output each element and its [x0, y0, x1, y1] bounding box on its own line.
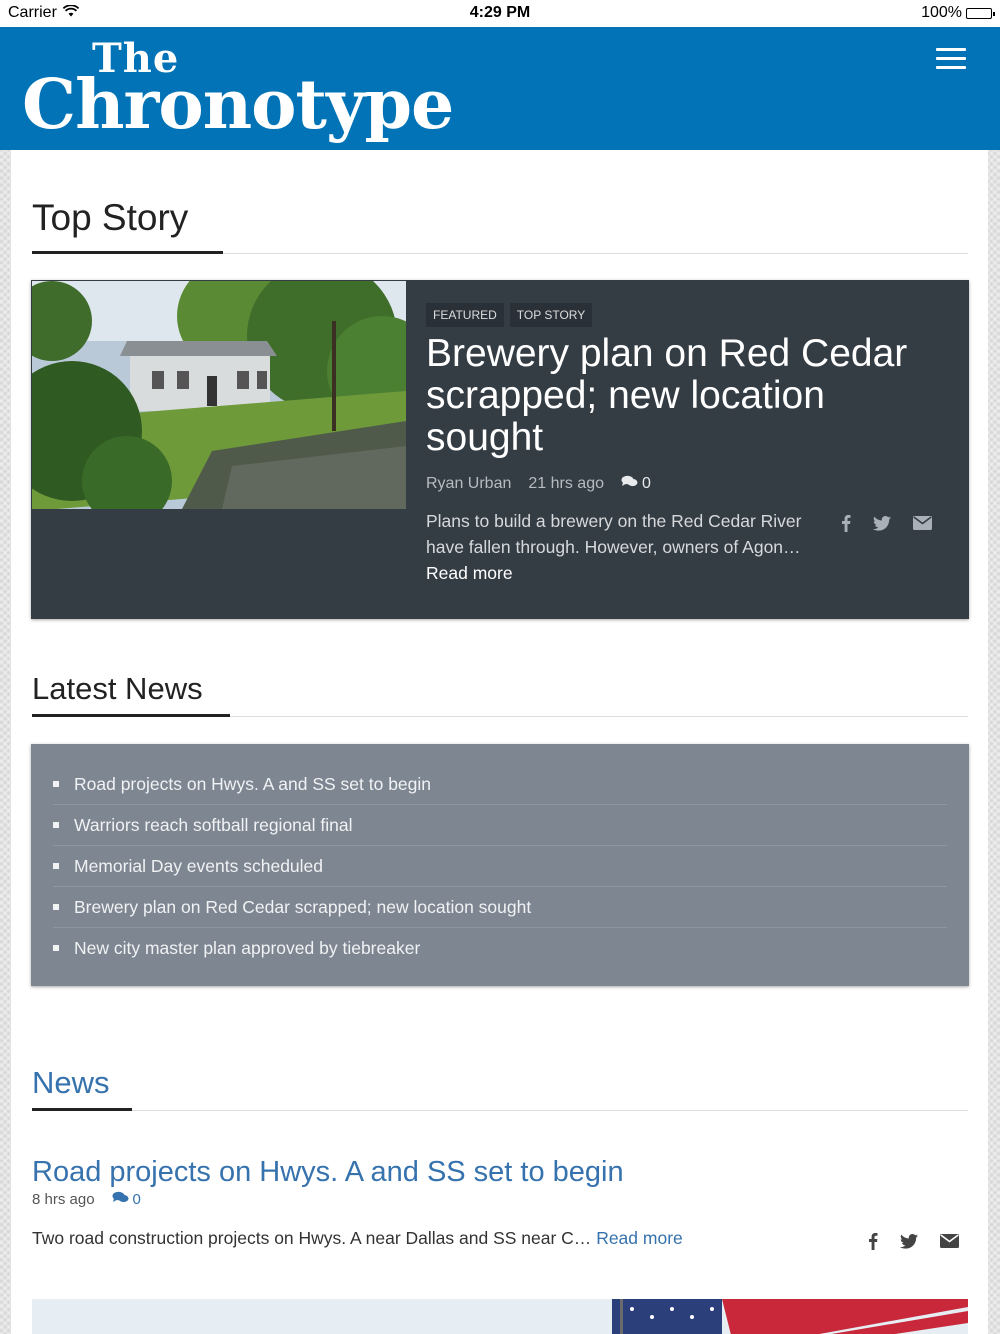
latest-news-link[interactable]: Warriors reach softball regional final — [74, 815, 353, 836]
news-heading[interactable]: News — [32, 1065, 110, 1101]
latest-news-link[interactable]: Memorial Day events scheduled — [74, 856, 323, 877]
timestamp: 21 hrs ago — [528, 475, 604, 492]
latest-news-item[interactable]: Brewery plan on Red Cedar scrapped; new … — [53, 887, 947, 928]
site-header: The Chronotype — [0, 27, 1000, 150]
comment-count-value: 0 — [132, 1191, 141, 1208]
top-story-card[interactable]: FEATURED TOP STORY Brewery plan on Red C… — [31, 280, 969, 619]
top-story-title[interactable]: Brewery plan on Red Cedar scrapped; new … — [426, 333, 946, 459]
facebook-icon[interactable] — [868, 1232, 878, 1255]
status-bar: Carrier 4:29 PM 100% — [0, 0, 1000, 27]
comments-icon — [621, 475, 638, 493]
main-content: Top Story FEATURED TOP STORY Brewery pla… — [11, 150, 988, 1334]
section-underline — [32, 1108, 132, 1111]
tag-featured[interactable]: FEATURED — [426, 303, 504, 327]
bullet-icon — [53, 781, 59, 787]
latest-news-list: Road projects on Hwys. A and SS set to b… — [53, 764, 947, 968]
top-story-heading: Top Story — [32, 197, 189, 238]
status-time: 4:29 PM — [469, 4, 531, 21]
comments-icon — [112, 1191, 129, 1208]
news-article-title[interactable]: Road projects on Hwys. A and SS set to b… — [32, 1156, 624, 1189]
twitter-icon[interactable] — [900, 1233, 918, 1254]
status-right: 100% — [921, 4, 995, 22]
latest-news-item[interactable]: New city master plan approved by tiebrea… — [53, 928, 947, 968]
section-underline — [32, 714, 230, 717]
comment-count[interactable]: 0 — [112, 1191, 141, 1208]
menu-icon[interactable] — [936, 48, 970, 72]
battery-percent: 100% — [921, 4, 962, 21]
read-more-link[interactable]: Read more — [426, 563, 513, 583]
comment-count-value: 0 — [641, 475, 651, 492]
latest-news-link[interactable]: Road projects on Hwys. A and SS set to b… — [74, 774, 431, 795]
bullet-icon — [53, 863, 59, 869]
excerpt-text: Two road construction projects on Hwys. … — [32, 1228, 592, 1248]
facebook-icon[interactable] — [841, 514, 851, 537]
comment-count[interactable]: 0 — [621, 475, 651, 493]
top-story-image[interactable] — [32, 281, 406, 509]
timestamp: 8 hrs ago — [32, 1191, 95, 1208]
top-story-meta: Ryan Urban 21 hrs ago 0 — [426, 475, 651, 493]
bullet-icon — [53, 904, 59, 910]
news-article-image[interactable] — [32, 1299, 968, 1334]
twitter-icon[interactable] — [873, 515, 891, 536]
latest-news-item[interactable]: Memorial Day events scheduled — [53, 846, 947, 887]
section-divider — [32, 1110, 968, 1111]
latest-news-link[interactable]: New city master plan approved by tiebrea… — [74, 938, 420, 959]
tag-top-story[interactable]: TOP STORY — [509, 303, 593, 327]
news-article-meta: 8 hrs ago 0 — [32, 1191, 141, 1208]
author[interactable]: Ryan Urban — [426, 475, 511, 493]
share-buttons — [841, 514, 932, 537]
bullet-icon — [53, 945, 59, 951]
latest-news-link[interactable]: Brewery plan on Red Cedar scrapped; new … — [74, 897, 531, 918]
share-buttons — [868, 1232, 959, 1255]
read-more-link[interactable]: Read more — [596, 1228, 683, 1248]
bullet-icon — [53, 822, 59, 828]
latest-news-box: Road projects on Hwys. A and SS set to b… — [31, 744, 969, 986]
news-article-excerpt: Two road construction projects on Hwys. … — [32, 1226, 852, 1250]
latest-news-item[interactable]: Road projects on Hwys. A and SS set to b… — [53, 764, 947, 805]
email-icon[interactable] — [940, 1234, 959, 1253]
excerpt-text: Plans to build a brewery on the Red Ceda… — [426, 511, 802, 557]
story-tags: FEATURED TOP STORY — [426, 303, 593, 327]
top-story-excerpt: Plans to build a brewery on the Red Ceda… — [426, 508, 821, 586]
latest-news-heading: Latest News — [32, 671, 203, 706]
battery-icon — [966, 7, 995, 19]
logo-chronotype: Chronotype — [22, 65, 454, 145]
email-icon[interactable] — [913, 516, 932, 535]
section-underline — [32, 251, 223, 254]
latest-news-item[interactable]: Warriors reach softball regional final — [53, 805, 947, 846]
